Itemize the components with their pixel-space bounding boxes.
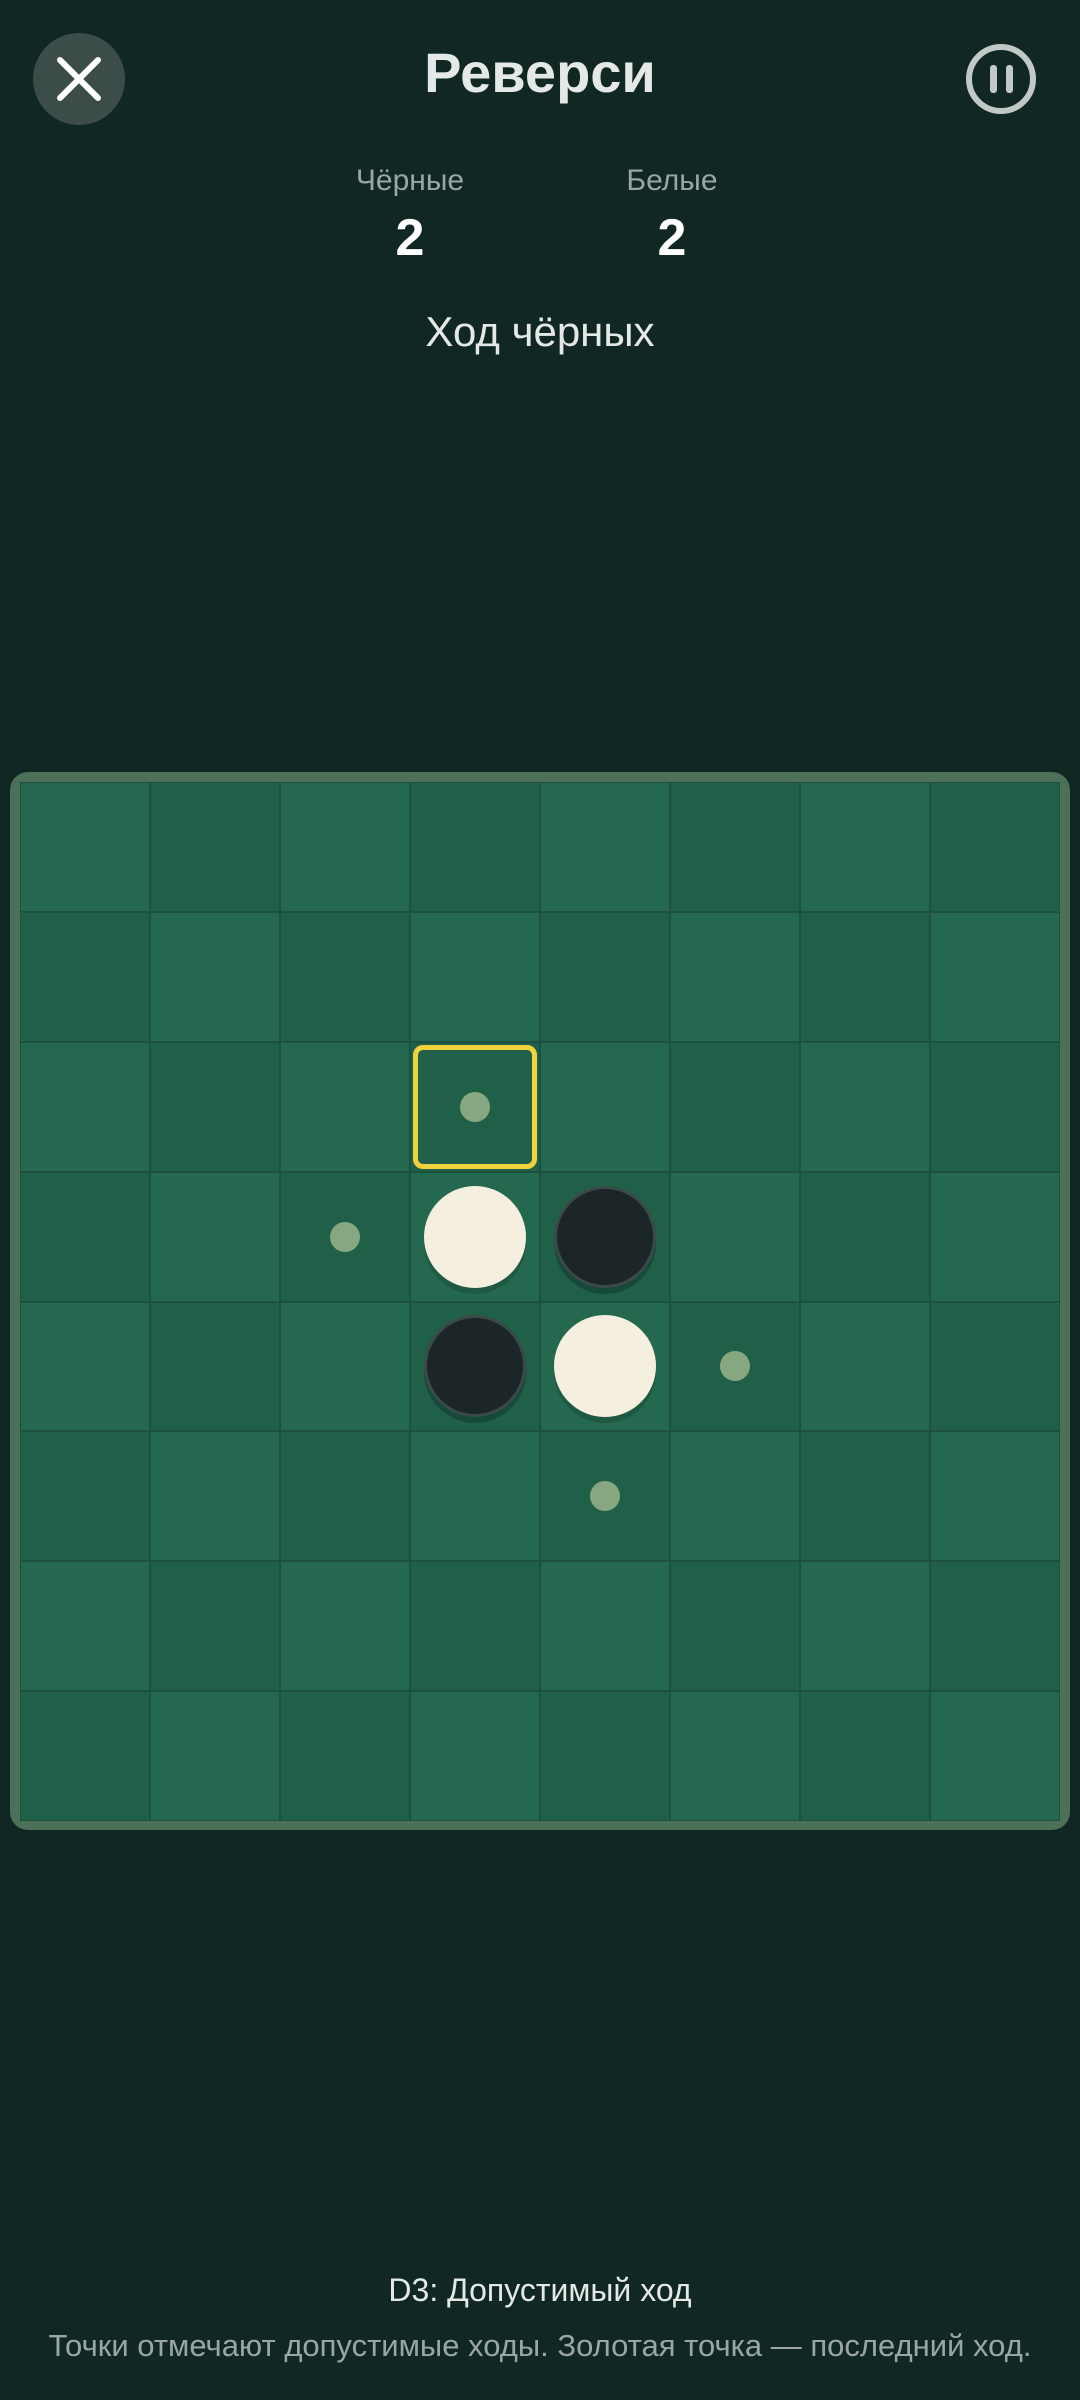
board-cell-h3[interactable] — [930, 1041, 1060, 1172]
white-disc — [424, 1185, 526, 1288]
board-cell-e3[interactable] — [540, 1041, 670, 1172]
board-cell-d1[interactable] — [410, 782, 540, 912]
board-cell-h6[interactable] — [930, 1431, 1060, 1562]
pause-icon — [989, 65, 1013, 93]
board-cell-d5[interactable] — [410, 1301, 540, 1432]
board-cell-e2[interactable] — [540, 911, 670, 1042]
board-cell-h4[interactable] — [930, 1171, 1060, 1302]
board-cell-g6[interactable] — [800, 1431, 930, 1562]
board-cell-g3[interactable] — [800, 1041, 930, 1172]
white-score: Белые 2 — [562, 160, 782, 268]
board-cell-g1[interactable] — [800, 782, 930, 912]
board-cell-a8[interactable] — [20, 1691, 150, 1821]
board-cell-e4[interactable] — [540, 1171, 670, 1302]
board-cell-a3[interactable] — [20, 1041, 150, 1172]
board-cell-b4[interactable] — [150, 1171, 280, 1302]
board-cell-h7[interactable] — [930, 1561, 1060, 1692]
board-cell-h8[interactable] — [930, 1691, 1060, 1821]
board-cell-g5[interactable] — [800, 1301, 930, 1432]
board-cell-d2[interactable] — [410, 911, 540, 1042]
board-cell-g2[interactable] — [800, 911, 930, 1042]
board-cell-d4[interactable] — [410, 1171, 540, 1302]
board-cell-c1[interactable] — [280, 782, 410, 912]
valid-move-dot — [330, 1221, 360, 1252]
white-score-value: 2 — [657, 209, 687, 267]
board-frame — [10, 772, 1070, 1830]
board-cell-e7[interactable] — [540, 1561, 670, 1692]
status-text: D3: Допустимый ход — [388, 2272, 692, 2308]
pause-button[interactable] — [966, 44, 1036, 114]
black-disc — [554, 1185, 656, 1288]
board-cell-c7[interactable] — [280, 1561, 410, 1692]
black-disc — [424, 1315, 526, 1418]
white-score-label: Белые — [626, 164, 718, 197]
board-cell-c5[interactable] — [280, 1301, 410, 1432]
board-cell-a2[interactable] — [20, 911, 150, 1042]
reversi-screen: Реверси Чёрные 2 Белые 2 Ход чёрных D3: … — [0, 0, 1080, 2400]
board-cell-f5[interactable] — [670, 1301, 800, 1432]
board-cell-e1[interactable] — [540, 782, 670, 912]
board-cell-h2[interactable] — [930, 911, 1060, 1042]
black-score-label: Чёрные — [355, 164, 465, 197]
board-cell-f1[interactable] — [670, 782, 800, 912]
board-cell-d3[interactable] — [410, 1041, 540, 1172]
board-cell-f7[interactable] — [670, 1561, 800, 1692]
board-cell-b6[interactable] — [150, 1431, 280, 1562]
board-cell-f6[interactable] — [670, 1431, 800, 1562]
board-cell-d7[interactable] — [410, 1561, 540, 1692]
board-cell-e5[interactable] — [540, 1301, 670, 1432]
turn-indicator: Ход чёрных — [425, 308, 655, 355]
white-disc — [554, 1315, 656, 1418]
board-cell-b3[interactable] — [150, 1041, 280, 1172]
board-cell-a7[interactable] — [20, 1561, 150, 1692]
board-cell-e6[interactable] — [540, 1431, 670, 1562]
board-cell-e8[interactable] — [540, 1691, 670, 1821]
board-cell-a6[interactable] — [20, 1431, 150, 1562]
board-cell-a4[interactable] — [20, 1171, 150, 1302]
board-cell-d6[interactable] — [410, 1431, 540, 1562]
board-cell-b8[interactable] — [150, 1691, 280, 1821]
board-cell-d8[interactable] — [410, 1691, 540, 1821]
board-cell-c2[interactable] — [280, 911, 410, 1042]
board-cell-h1[interactable] — [930, 782, 1060, 912]
board-cell-f8[interactable] — [670, 1691, 800, 1821]
board-cell-c3[interactable] — [280, 1041, 410, 1172]
board-cell-a1[interactable] — [20, 782, 150, 912]
black-score: Чёрные 2 — [300, 160, 520, 268]
page-title: Реверси — [424, 41, 656, 104]
board-cell-f2[interactable] — [670, 911, 800, 1042]
board-cell-c4[interactable] — [280, 1171, 410, 1302]
board-cell-h5[interactable] — [930, 1301, 1060, 1432]
board-cell-f3[interactable] — [670, 1041, 800, 1172]
valid-move-dot — [590, 1481, 620, 1512]
board-cell-g7[interactable] — [800, 1561, 930, 1692]
board-cell-b1[interactable] — [150, 782, 280, 912]
board-cell-g4[interactable] — [800, 1171, 930, 1302]
board-cell-c6[interactable] — [280, 1431, 410, 1562]
game-board — [20, 782, 1060, 1821]
board-cell-b5[interactable] — [150, 1301, 280, 1432]
valid-move-dot — [460, 1091, 490, 1122]
board-cell-g8[interactable] — [800, 1691, 930, 1821]
valid-move-dot — [720, 1351, 750, 1382]
board-cell-f4[interactable] — [670, 1171, 800, 1302]
board-cell-b2[interactable] — [150, 911, 280, 1042]
help-text: Точки отмечают допустимые ходы. Золотая … — [48, 2328, 1032, 2363]
board-cell-a5[interactable] — [20, 1301, 150, 1432]
black-score-value: 2 — [395, 209, 425, 267]
board-cell-b7[interactable] — [150, 1561, 280, 1692]
board-cell-c8[interactable] — [280, 1691, 410, 1821]
